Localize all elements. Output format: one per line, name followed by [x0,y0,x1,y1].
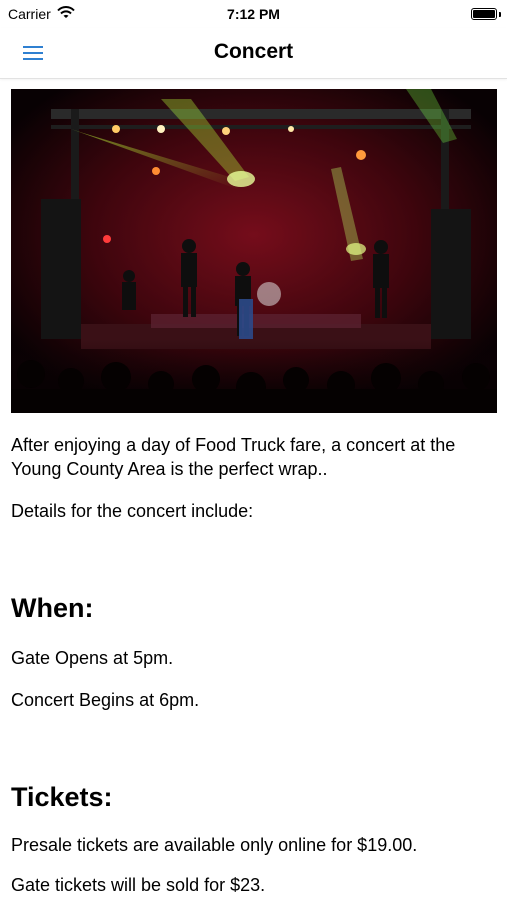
tickets-heading: Tickets: [11,782,113,812]
status-time: 7:12 PM [227,6,280,22]
gate-tickets-text: Gate tickets will be sold for $23. [11,875,266,895]
details-intro: Details for the concert include: [11,501,254,521]
gate-opens-text: Gate Opens at 5pm. [11,648,174,668]
intro-paragraph: After enjoying a day of Food Truck fare,… [11,435,456,479]
battery-cap [499,12,501,17]
concert-begins-text: Concert Begins at 6pm. [11,690,200,710]
when-heading: When: [11,593,94,623]
presale-text: Presale tickets are available only onlin… [11,835,418,855]
article-content: After enjoying a day of Food Truck fare,… [11,89,497,897]
page-title: Concert [213,40,294,63]
navigation-bar: Concert [0,28,507,79]
battery-icon [471,8,497,20]
concert-stage-photo [11,89,497,413]
status-bar: Carrier 7:12 PM [0,0,507,28]
